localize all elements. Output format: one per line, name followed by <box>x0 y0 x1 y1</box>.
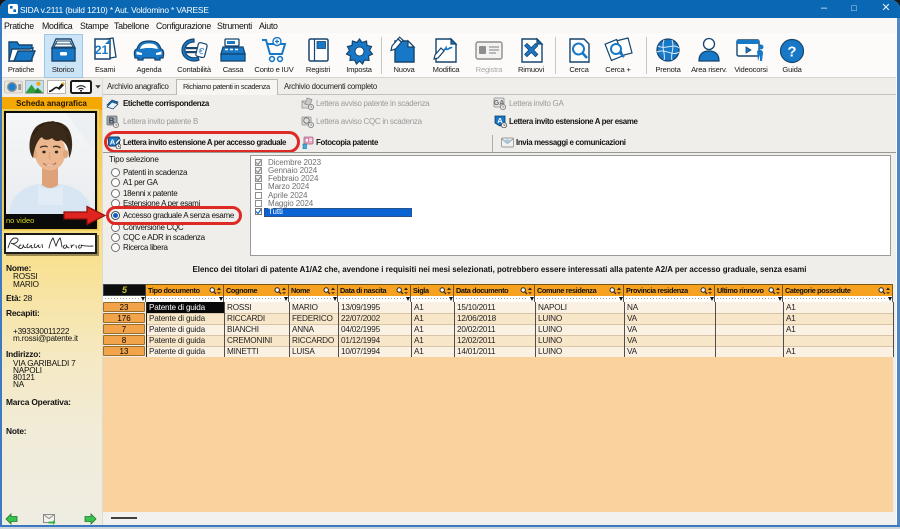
svg-text:21: 21 <box>95 43 109 57</box>
svg-text:?: ? <box>787 44 796 61</box>
